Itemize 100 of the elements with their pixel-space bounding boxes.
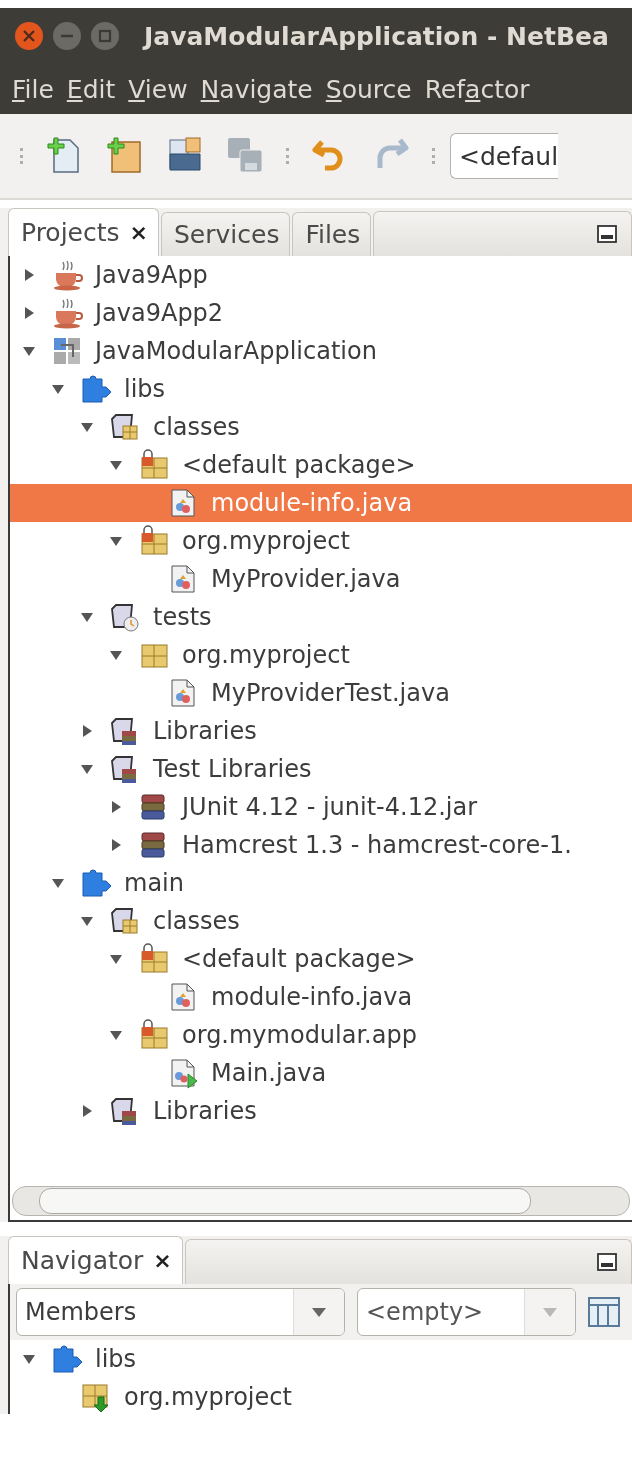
tree-row[interactable]: Libraries: [10, 1092, 632, 1130]
tree-label: libs: [94, 1344, 138, 1375]
tree-row[interactable]: main: [10, 864, 632, 902]
dropdown-arrow-icon: [542, 1306, 558, 1318]
members-dropdown[interactable]: Members: [16, 1288, 345, 1336]
expanded-triangle-icon[interactable]: [109, 458, 123, 472]
coffee-cup-icon: [51, 297, 83, 329]
tree-label: module-info.java: [210, 982, 414, 1013]
folder-clock-icon: [109, 601, 141, 633]
tree-label: Java9App2: [92, 298, 225, 329]
puzzle-piece-icon: [80, 373, 112, 405]
locked-package-icon: [138, 943, 170, 975]
locked-package-icon: [138, 525, 170, 557]
panel-tab[interactable]: Services: [161, 212, 291, 256]
menu-item[interactable]: File: [12, 72, 54, 106]
tree-label: module-info.java: [210, 488, 414, 519]
tree-label: JUnit 4.12 - junit-4.12.jar: [179, 792, 479, 823]
tree-row[interactable]: org.myproject: [10, 636, 632, 674]
tree-row[interactable]: <default package>: [10, 446, 632, 484]
folder-package-icon: [109, 411, 141, 443]
expanded-triangle-icon[interactable]: [80, 610, 94, 624]
expanded-triangle-icon[interactable]: [80, 762, 94, 776]
tree-label: libs: [123, 374, 167, 405]
expanded-triangle-icon[interactable]: [22, 1352, 36, 1366]
tree-label: classes: [152, 906, 241, 937]
tree-label: Test Libraries: [152, 754, 313, 785]
tree-row[interactable]: Hamcrest 1.3 - hamcrest-core-1.: [10, 826, 632, 864]
window-title: JavaModularApplication - NetBea: [144, 21, 609, 51]
panel-tab[interactable]: Projects ×: [8, 208, 159, 256]
puzzle-piece-icon: [51, 1343, 83, 1375]
tree-label: tests: [152, 602, 213, 633]
tree-label: MyProvider.java: [210, 564, 402, 595]
menu-item[interactable]: View: [128, 72, 188, 106]
menu-item[interactable]: Navigate: [200, 72, 313, 106]
tree-label: Libraries: [152, 1096, 258, 1127]
dropdown-arrow-icon: [311, 1306, 327, 1318]
expanded-triangle-icon[interactable]: [109, 648, 123, 662]
tree-row[interactable]: Java9App: [10, 256, 632, 294]
tree-row[interactable]: Libraries: [10, 712, 632, 750]
tree-label: JavaModularApplication: [92, 336, 378, 367]
expanded-triangle-icon[interactable]: [80, 914, 94, 928]
tree-label: Hamcrest 1.3 - hamcrest-core-1.: [181, 830, 573, 861]
collapsed-triangle-icon[interactable]: [109, 800, 123, 814]
modules-icon: [51, 335, 83, 367]
window-layout-icon: [588, 1296, 620, 1328]
tree-row[interactable]: <default package>: [10, 940, 632, 978]
expanded-triangle-icon[interactable]: [109, 1028, 123, 1042]
menu-item[interactable]: Refactor: [424, 72, 530, 106]
collapsed-triangle-icon[interactable]: [80, 724, 94, 738]
tree-row[interactable]: Test Libraries: [10, 750, 632, 788]
minimize-icon: [597, 1253, 617, 1271]
tree-row[interactable]: module-info.java: [10, 978, 632, 1016]
tree-row[interactable]: MyProviderTest.java: [10, 674, 632, 712]
tree-row[interactable]: classes: [10, 408, 632, 446]
tree-label: org.myproject: [181, 526, 351, 557]
tree-label: Main.java: [210, 1058, 328, 1089]
tree-row[interactable]: JUnit 4.12 - junit-4.12.jar: [10, 788, 632, 826]
menu-item[interactable]: Edit: [66, 72, 116, 106]
tree-row[interactable]: org.mymodular.app: [10, 1016, 632, 1054]
tree-label: Java9App: [92, 260, 209, 291]
expanded-triangle-icon[interactable]: [51, 382, 65, 396]
tree-label: Libraries: [152, 716, 258, 747]
tree-label: classes: [152, 412, 241, 443]
tree-row[interactable]: org.myproject: [10, 1378, 632, 1416]
tree-label: org.myproject: [181, 640, 351, 671]
tree-row[interactable]: libs: [10, 370, 632, 408]
locked-package-icon: [138, 1019, 170, 1051]
minimize-icon: [597, 225, 617, 243]
tree-row[interactable]: MyProvider.java: [10, 560, 632, 598]
tree-row[interactable]: Main.java: [10, 1054, 632, 1092]
tree-label: org.mymodular.app: [181, 1020, 418, 1051]
folder-package-icon: [109, 905, 141, 937]
close-tab-icon[interactable]: ×: [153, 1248, 172, 1273]
puzzle-piece-icon: [80, 867, 112, 899]
expanded-triangle-icon[interactable]: [109, 952, 123, 966]
expanded-triangle-icon[interactable]: [109, 534, 123, 548]
configuration-dropdown[interactable]: <defaul: [450, 133, 559, 179]
tree-label: main: [123, 868, 185, 899]
expanded-triangle-icon[interactable]: [80, 420, 94, 434]
tree-row[interactable]: Java9App2: [10, 294, 632, 332]
horizontal-scrollbar[interactable]: [12, 1186, 630, 1216]
tree-row[interactable]: libs: [10, 1340, 632, 1378]
minimize-icon: [52, 21, 82, 51]
tree-row[interactable]: org.myproject: [10, 522, 632, 560]
collapsed-triangle-icon[interactable]: [80, 1104, 94, 1118]
tree-row[interactable]: JavaModularApplication: [10, 332, 632, 370]
locked-package-icon: [138, 449, 170, 481]
collapsed-triangle-icon[interactable]: [22, 306, 36, 320]
expanded-triangle-icon[interactable]: [22, 344, 36, 358]
collapsed-triangle-icon[interactable]: [109, 838, 123, 852]
tree-label: <default package>: [181, 944, 417, 975]
panel-tab[interactable]: Navigator ×: [8, 1236, 183, 1284]
tree-label: <default package>: [181, 450, 417, 481]
panel-tab[interactable]: Files: [292, 212, 372, 256]
menu-item[interactable]: Source: [325, 72, 412, 106]
close-tab-icon[interactable]: ×: [129, 220, 148, 245]
tree-row[interactable]: tests: [10, 598, 632, 636]
tree-row[interactable]: classes: [10, 902, 632, 940]
expanded-triangle-icon[interactable]: [51, 876, 65, 890]
collapsed-triangle-icon[interactable]: [22, 268, 36, 282]
